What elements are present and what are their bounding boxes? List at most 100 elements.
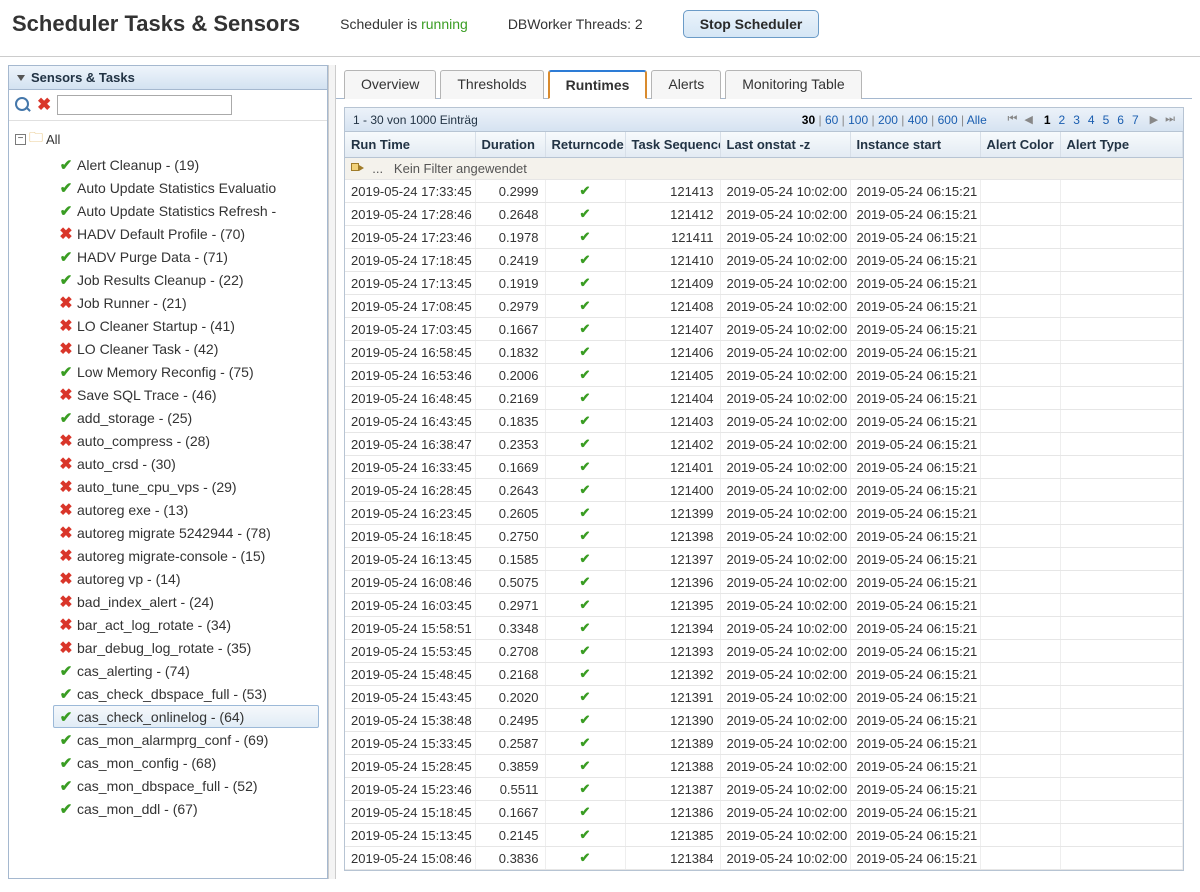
table-row[interactable]: 2019-05-24 15:08:460.3836✔1213842019-05-… — [345, 847, 1183, 870]
tab-monitoring-table[interactable]: Monitoring Table — [725, 70, 861, 99]
page-link-2[interactable]: 2 — [1059, 113, 1066, 127]
col-instance-start[interactable]: Instance start — [850, 132, 980, 158]
page-size-60[interactable]: 60 — [825, 113, 838, 127]
table-row[interactable]: 2019-05-24 16:43:450.1835✔1214032019-05-… — [345, 410, 1183, 433]
table-row[interactable]: 2019-05-24 16:38:470.2353✔1214022019-05-… — [345, 433, 1183, 456]
table-row[interactable]: 2019-05-24 16:08:460.5075✔1213962019-05-… — [345, 571, 1183, 594]
stop-scheduler-button[interactable]: Stop Scheduler — [683, 10, 820, 38]
col-last-onstat--z[interactable]: Last onstat -z — [720, 132, 850, 158]
table-row[interactable]: 2019-05-24 16:28:450.2643✔1214002019-05-… — [345, 479, 1183, 502]
filter-config-icon[interactable] — [351, 161, 365, 173]
page-link-4[interactable]: 4 — [1088, 113, 1095, 127]
page-size-100[interactable]: 100 — [848, 113, 868, 127]
table-row[interactable]: 2019-05-24 16:03:450.2971✔1213952019-05-… — [345, 594, 1183, 617]
filter-dots[interactable]: ... — [372, 161, 383, 176]
tree-item[interactable]: ✔cas_alerting - (74) — [53, 659, 319, 682]
table-row[interactable]: 2019-05-24 17:28:460.2648✔1214122019-05-… — [345, 203, 1183, 226]
table-row[interactable]: 2019-05-24 15:53:450.2708✔1213932019-05-… — [345, 640, 1183, 663]
last-page-icon[interactable]: ⏭ — [1165, 113, 1175, 126]
tree-item[interactable]: ✔cas_mon_ddl - (67) — [53, 797, 319, 820]
col-returncode[interactable]: Returncode — [545, 132, 625, 158]
table-row[interactable]: 2019-05-24 16:18:450.2750✔1213982019-05-… — [345, 525, 1183, 548]
tree-search-input[interactable] — [57, 95, 232, 115]
page-link-7[interactable]: 7 — [1132, 113, 1139, 127]
table-row[interactable]: 2019-05-24 15:43:450.2020✔1213912019-05-… — [345, 686, 1183, 709]
tree-item[interactable]: ✖auto_tune_cpu_vps - (29) — [53, 475, 319, 498]
tree-item[interactable]: ✔cas_check_dbspace_full - (53) — [53, 682, 319, 705]
page-link-6[interactable]: 6 — [1117, 113, 1124, 127]
tab-thresholds[interactable]: Thresholds — [440, 70, 543, 99]
table-row[interactable]: 2019-05-24 17:03:450.1667✔1214072019-05-… — [345, 318, 1183, 341]
tree-item[interactable]: ✔Auto Update Statistics Evaluatio — [53, 176, 319, 199]
page-link-5[interactable]: 5 — [1103, 113, 1110, 127]
table-row[interactable]: 2019-05-24 15:23:460.5511✔1213872019-05-… — [345, 778, 1183, 801]
table-row[interactable]: 2019-05-24 15:18:450.1667✔1213862019-05-… — [345, 801, 1183, 824]
tree-item[interactable]: ✔cas_mon_alarmprg_conf - (69) — [53, 728, 319, 751]
tree-item[interactable]: ✖LO Cleaner Task - (42) — [53, 337, 319, 360]
tree-item[interactable]: ✔Job Results Cleanup - (22) — [53, 268, 319, 291]
col-alert-color[interactable]: Alert Color — [980, 132, 1060, 158]
collapse-node-icon[interactable]: − — [15, 134, 26, 145]
next-page-icon[interactable]: ▶ — [1150, 113, 1158, 126]
tree-item[interactable]: ✔Auto Update Statistics Refresh - — [53, 199, 319, 222]
col-duration[interactable]: Duration — [475, 132, 545, 158]
tree-item[interactable]: ✖auto_compress - (28) — [53, 429, 319, 452]
filter-row[interactable]: ... Kein Filter angewendet — [345, 158, 1183, 180]
tab-runtimes[interactable]: Runtimes — [548, 70, 648, 99]
tree-item[interactable]: ✖autoreg migrate-console - (15) — [53, 544, 319, 567]
sidebar-header[interactable]: Sensors & Tasks — [9, 66, 327, 90]
table-row[interactable]: 2019-05-24 15:58:510.3348✔1213942019-05-… — [345, 617, 1183, 640]
page-size-200[interactable]: 200 — [878, 113, 898, 127]
col-task-sequence[interactable]: Task Sequence — [625, 132, 720, 158]
tree-item[interactable]: ✔cas_mon_config - (68) — [53, 751, 319, 774]
page-size-30[interactable]: 30 — [802, 113, 815, 127]
tree-item[interactable]: ✔cas_mon_dbspace_full - (52) — [53, 774, 319, 797]
page-size-400[interactable]: 400 — [908, 113, 928, 127]
tree-item[interactable]: ✖autoreg exe - (13) — [53, 498, 319, 521]
tree-item[interactable]: ✖bar_debug_log_rotate - (35) — [53, 636, 319, 659]
tree-root[interactable]: − 🗀 All — [11, 125, 325, 153]
table-row[interactable]: 2019-05-24 17:23:460.1978✔1214112019-05-… — [345, 226, 1183, 249]
tree-item[interactable]: ✔Low Memory Reconfig - (75) — [53, 360, 319, 383]
table-row[interactable]: 2019-05-24 16:33:450.1669✔1214012019-05-… — [345, 456, 1183, 479]
tree-item[interactable]: ✖auto_crsd - (30) — [53, 452, 319, 475]
tree-item[interactable]: ✖LO Cleaner Startup - (41) — [53, 314, 319, 337]
tree-item[interactable]: ✔add_storage - (25) — [53, 406, 319, 429]
tree-item[interactable]: ✖bar_act_log_rotate - (34) — [53, 613, 319, 636]
prev-page-icon[interactable]: ◀ — [1024, 113, 1032, 126]
table-row[interactable]: 2019-05-24 17:33:450.2999✔1214132019-05-… — [345, 180, 1183, 203]
table-row[interactable]: 2019-05-24 16:23:450.2605✔1213992019-05-… — [345, 502, 1183, 525]
col-alert-type[interactable]: Alert Type — [1060, 132, 1183, 158]
tree-item[interactable]: ✖HADV Default Profile - (70) — [53, 222, 319, 245]
table-row[interactable]: 2019-05-24 15:13:450.2145✔1213852019-05-… — [345, 824, 1183, 847]
splitter[interactable] — [328, 65, 336, 879]
tab-overview[interactable]: Overview — [344, 70, 436, 99]
page-link-3[interactable]: 3 — [1073, 113, 1080, 127]
tree-item[interactable]: ✖autoreg migrate 5242944 - (78) — [53, 521, 319, 544]
tree-item[interactable]: ✔cas_check_onlinelog - (64) — [53, 705, 319, 728]
page-link-1[interactable]: 1 — [1044, 113, 1051, 127]
search-icon[interactable] — [15, 97, 31, 113]
table-row[interactable]: 2019-05-24 17:18:450.2419✔1214102019-05-… — [345, 249, 1183, 272]
table-row[interactable]: 2019-05-24 15:48:450.2168✔1213922019-05-… — [345, 663, 1183, 686]
table-row[interactable]: 2019-05-24 17:13:450.1919✔1214092019-05-… — [345, 272, 1183, 295]
first-page-icon[interactable]: ⏮ — [1007, 113, 1017, 126]
tree-item[interactable]: ✔HADV Purge Data - (71) — [53, 245, 319, 268]
tab-alerts[interactable]: Alerts — [651, 70, 721, 99]
tree-item[interactable]: ✖bad_index_alert - (24) — [53, 590, 319, 613]
tree-item[interactable]: ✖autoreg vp - (14) — [53, 567, 319, 590]
tree-item[interactable]: ✖Job Runner - (21) — [53, 291, 319, 314]
page-size-Alle[interactable]: Alle — [967, 113, 987, 127]
tree-item[interactable]: ✖Save SQL Trace - (46) — [53, 383, 319, 406]
table-row[interactable]: 2019-05-24 15:38:480.2495✔1213902019-05-… — [345, 709, 1183, 732]
col-run-time[interactable]: Run Time — [345, 132, 475, 158]
tree-item[interactable]: ✔Alert Cleanup - (19) — [53, 153, 319, 176]
table-row[interactable]: 2019-05-24 16:13:450.1585✔1213972019-05-… — [345, 548, 1183, 571]
table-row[interactable]: 2019-05-24 16:53:460.2006✔1214052019-05-… — [345, 364, 1183, 387]
page-size-600[interactable]: 600 — [938, 113, 958, 127]
table-row[interactable]: 2019-05-24 15:33:450.2587✔1213892019-05-… — [345, 732, 1183, 755]
table-row[interactable]: 2019-05-24 17:08:450.2979✔1214082019-05-… — [345, 295, 1183, 318]
clear-filter-icon[interactable]: ✖ — [37, 98, 51, 112]
table-row[interactable]: 2019-05-24 16:58:450.1832✔1214062019-05-… — [345, 341, 1183, 364]
table-row[interactable]: 2019-05-24 15:28:450.3859✔1213882019-05-… — [345, 755, 1183, 778]
